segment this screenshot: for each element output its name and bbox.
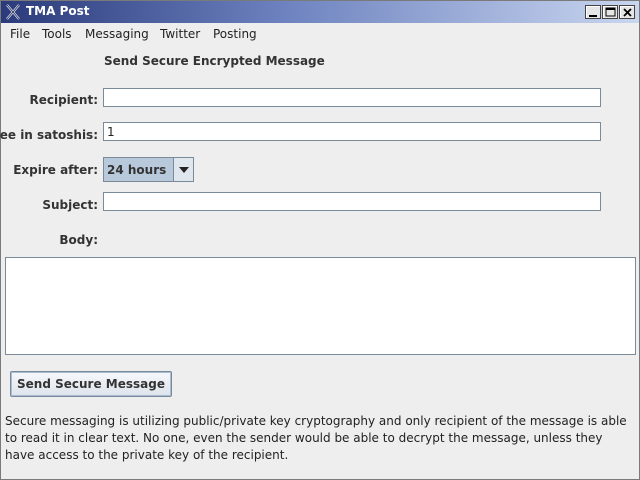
- fee-label: Fee in satoshis:: [0, 128, 98, 142]
- close-button[interactable]: [619, 5, 635, 19]
- maximize-button[interactable]: [602, 5, 618, 19]
- minimize-button[interactable]: [585, 5, 601, 19]
- subject-input[interactable]: [103, 192, 601, 211]
- close-icon: [623, 8, 632, 17]
- expire-label: Expire after:: [13, 163, 98, 177]
- menu-twitter[interactable]: Twitter: [160, 27, 200, 41]
- body-label: Body:: [59, 233, 98, 247]
- maximize-icon: [605, 7, 616, 17]
- menu-bar: File Tools Messaging Twitter Posting: [1, 23, 639, 45]
- chevron-down-icon[interactable]: [173, 158, 193, 181]
- menu-messaging[interactable]: Messaging: [85, 27, 149, 41]
- expire-select[interactable]: 24 hours: [103, 157, 194, 182]
- x-logo-icon: [5, 4, 21, 20]
- recipient-label: Recipient:: [29, 93, 98, 107]
- window-title: TMA Post: [26, 4, 90, 18]
- menu-posting[interactable]: Posting: [213, 27, 257, 41]
- expire-select-value: 24 hours: [107, 163, 167, 177]
- minimize-icon: [589, 15, 597, 17]
- recipient-input[interactable]: [103, 88, 601, 107]
- fee-input[interactable]: [103, 122, 601, 141]
- subject-label: Subject:: [42, 198, 98, 212]
- menu-tools[interactable]: Tools: [42, 27, 72, 41]
- body-textarea[interactable]: [5, 257, 636, 355]
- send-secure-message-button[interactable]: Send Secure Message: [10, 371, 172, 397]
- title-bar[interactable]: TMA Post: [1, 1, 639, 23]
- menu-file[interactable]: File: [10, 27, 30, 41]
- info-text: Secure messaging is utilizing public/pri…: [5, 414, 627, 462]
- form-heading: Send Secure Encrypted Message: [104, 54, 325, 68]
- app-window: TMA Post File Tools Messaging Twitter Po…: [0, 0, 640, 480]
